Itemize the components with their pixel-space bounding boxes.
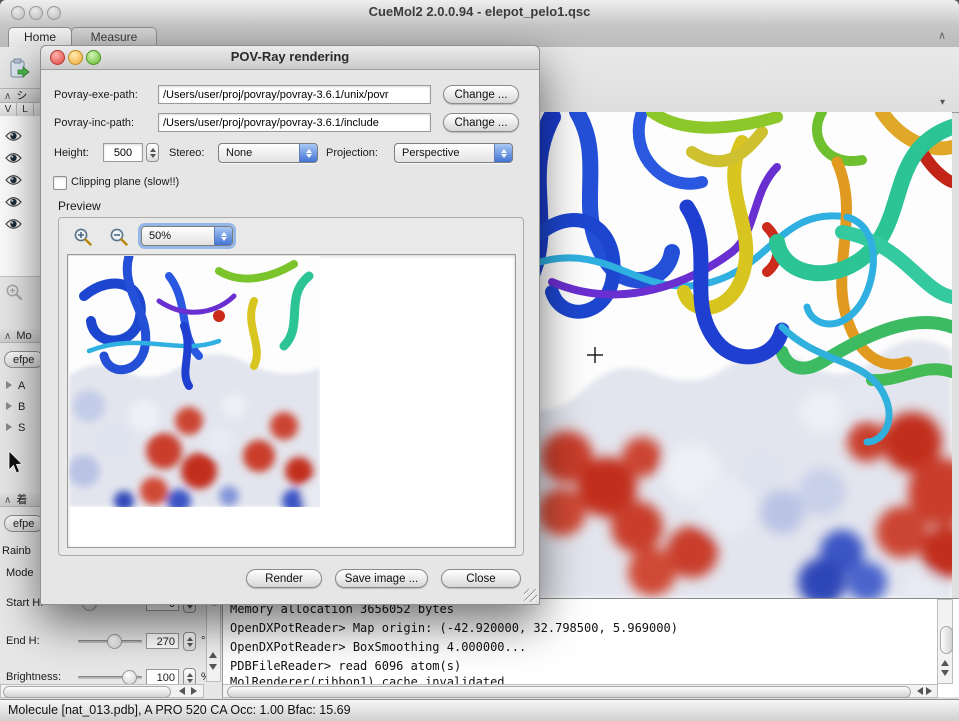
end-hue-unit: ° [201, 635, 205, 647]
status-bar: Molecule [nat_013.pdb], A PRO 520 CA Occ… [0, 699, 959, 721]
projection-label: Projection: [326, 147, 378, 159]
close-button[interactable]: Close [441, 569, 521, 588]
slider-thumb[interactable] [107, 634, 122, 649]
preview-render-image [69, 256, 320, 507]
stereo-value: None [219, 147, 299, 159]
scroll-down-icon[interactable] [209, 664, 217, 674]
console-horizontal-scrollbar[interactable] [222, 684, 938, 698]
console-vertical-scrollbar[interactable] [937, 599, 953, 684]
resize-grip-icon[interactable] [524, 589, 537, 602]
title-bar: CueMol2 2.0.0.94 - elepot_pelo1.qsc [0, 0, 959, 26]
brightness-value[interactable]: 100 [146, 669, 179, 685]
projection-value: Perspective [395, 147, 494, 159]
render-button[interactable]: Render [246, 569, 322, 588]
slider-thumb[interactable] [122, 670, 137, 685]
column-header-visible[interactable]: V [0, 103, 17, 117]
end-hue-label: End H: [6, 635, 40, 647]
mode-label: Mode [6, 567, 34, 579]
disclosure-triangle-icon[interactable] [6, 402, 12, 410]
end-hue-slider[interactable] [78, 640, 142, 643]
cursor-arrow-icon [7, 451, 23, 478]
end-hue-row: End H: 270 ° [0, 631, 222, 653]
end-hue-stepper[interactable] [183, 632, 196, 651]
disclosure-triangle-icon[interactable] [6, 423, 12, 431]
height-stepper[interactable] [146, 143, 159, 162]
coloring-selector-button[interactable]: efpe [4, 515, 44, 532]
dialog-title: POV-Ray rendering [41, 49, 539, 64]
column-header-lock[interactable]: L [17, 103, 34, 117]
dropdown-arrows-icon [494, 144, 512, 162]
preview-canvas[interactable] [67, 254, 516, 548]
height-input[interactable] [103, 143, 143, 162]
eye-icon[interactable] [5, 196, 22, 211]
scroll-left-icon[interactable] [913, 687, 923, 695]
clipping-label: Clipping plane (slow!!) [71, 176, 179, 188]
eye-icon[interactable] [5, 174, 22, 189]
molecule-selector-button[interactable]: efpe [4, 351, 44, 368]
projection-select[interactable]: Perspective [394, 143, 513, 163]
stereo-select[interactable]: None [218, 143, 318, 163]
preview-zoom-select[interactable]: 50% [141, 226, 233, 246]
preview-label: Preview [58, 199, 101, 213]
dropdown-arrows-icon [214, 227, 232, 245]
tab-home[interactable]: Home [8, 27, 72, 47]
app-window: CueMol2 2.0.0.94 - elepot_pelo1.qsc Home… [0, 0, 959, 721]
povray-dialog: POV-Ray rendering Povray-exe-path: Chang… [40, 45, 540, 605]
rainbow-label: Rainb [2, 545, 31, 557]
brightness-slider[interactable] [78, 676, 142, 679]
height-label: Height: [54, 147, 89, 159]
scrollbar-thumb[interactable] [940, 626, 953, 654]
end-hue-value[interactable]: 270 [146, 633, 179, 649]
scroll-left-icon[interactable] [175, 687, 185, 695]
exe-change-button[interactable]: Change ... [443, 85, 519, 104]
tab-measure[interactable]: Measure [71, 27, 157, 47]
console-lines: Memory allocation 3656052 bytes OpenDXPo… [230, 600, 678, 676]
paste-object-icon[interactable] [8, 57, 32, 86]
zoom-out-icon[interactable] [109, 227, 129, 252]
eye-icon[interactable] [5, 152, 22, 167]
eye-icon[interactable] [5, 130, 22, 145]
brightness-label: Brightness: [6, 671, 61, 683]
scrollbar-thumb[interactable] [3, 686, 171, 698]
sidebar-horizontal-scrollbar[interactable] [0, 684, 204, 698]
console-line: PDBFileReader> read 6096 atom(s) [230, 659, 461, 673]
disclosure-triangle-icon[interactable] [6, 381, 12, 389]
dropdown-arrows-icon [299, 144, 317, 162]
console-line: OpenDXPotReader> BoxSmoothing 4.000000..… [230, 640, 526, 654]
inc-path-input[interactable] [158, 113, 431, 132]
console-line: OpenDXPotReader> Map origin: (-42.920000… [230, 621, 678, 635]
ribbon-dropdown-arrow-icon[interactable]: ▾ [940, 97, 945, 108]
exe-path-input[interactable] [158, 85, 431, 104]
inc-path-label: Povray-inc-path: [54, 117, 134, 129]
zoom-in-icon[interactable] [73, 227, 93, 252]
save-image-button[interactable]: Save image ... [335, 569, 428, 588]
dialog-title-bar[interactable]: POV-Ray rendering [41, 46, 539, 70]
clipping-checkbox[interactable] [53, 176, 67, 190]
scroll-up-icon[interactable] [209, 648, 217, 658]
inc-change-button[interactable]: Change ... [443, 113, 519, 132]
scrollbar-thumb[interactable] [227, 686, 911, 698]
scroll-right-icon[interactable] [926, 687, 936, 695]
scroll-right-icon[interactable] [191, 687, 201, 695]
log-console[interactable]: Memory allocation 3656052 bytes OpenDXPo… [222, 598, 959, 697]
window-title: CueMol2 2.0.0.94 - elepot_pelo1.qsc [0, 4, 959, 19]
preview-groupbox: 50% [58, 217, 524, 556]
tab-bar: Home Measure ∧ [0, 25, 959, 47]
collapse-ribbon-icon[interactable]: ∧ [938, 29, 946, 43]
stereo-label: Stereo: [169, 147, 204, 159]
preview-zoom-value: 50% [142, 230, 214, 242]
scroll-down-icon[interactable] [941, 670, 949, 680]
scroll-up-icon[interactable] [941, 656, 949, 666]
exe-path-label: Povray-exe-path: [54, 89, 138, 101]
eye-icon[interactable] [5, 218, 22, 233]
start-hue-label: Start H: [6, 597, 43, 609]
zoom-fit-icon[interactable] [5, 283, 23, 304]
